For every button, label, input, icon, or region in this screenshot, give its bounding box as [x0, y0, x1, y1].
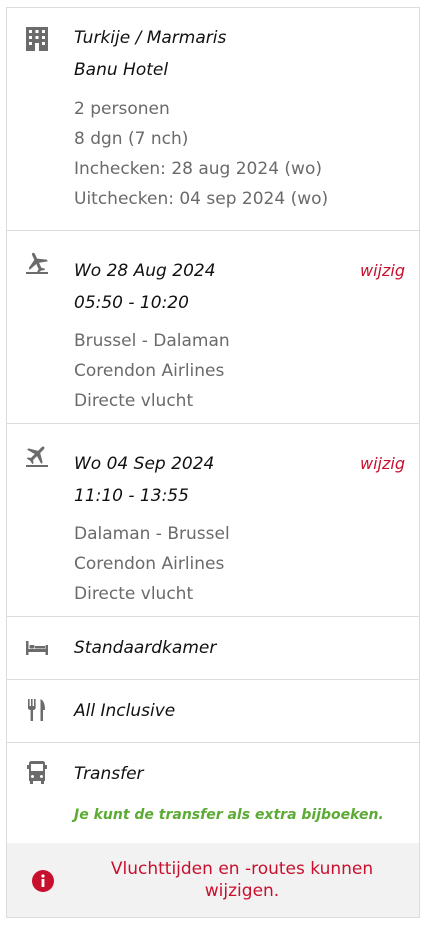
fork-knife-icon [28, 699, 45, 721]
outbound-flight-section: Wo 28 Aug 2024 wijzig 05:50 - 10:20 Brus… [7, 231, 419, 424]
outbound-airline: Corendon Airlines [74, 361, 225, 381]
hotel-location: Turkije / Marmaris [74, 28, 227, 48]
outbound-time: 05:50 - 10:20 [74, 293, 189, 313]
notice-text: Vluchttijden en -routes kunnen wijzigen. [110, 859, 374, 901]
flight-change-notice: Vluchttijden en -routes kunnen wijzigen. [7, 843, 419, 917]
board-section: All Inclusive [7, 680, 419, 743]
building-icon [26, 27, 48, 51]
bed-icon [26, 641, 48, 655]
room-label: Standaardkamer [74, 638, 217, 658]
info-icon [32, 870, 54, 892]
return-date: Wo 04 Sep 2024 [74, 454, 215, 474]
hotel-checkout: Uitchecken: 04 sep 2024 (wo) [74, 189, 329, 209]
outbound-type: Directe vlucht [74, 391, 194, 411]
outbound-date: Wo 28 Aug 2024 [74, 261, 216, 281]
booking-summary-card: Turkije / Marmaris Banu Hotel 2 personen… [6, 7, 420, 918]
board-label: All Inclusive [74, 701, 176, 721]
return-airline: Corendon Airlines [74, 554, 225, 574]
transfer-section: Transfer Je kunt de transfer als extra b… [7, 743, 419, 843]
return-time: 11:10 - 13:55 [74, 486, 189, 506]
return-flight-section: Wo 04 Sep 2024 wijzig 11:10 - 13:55 Dala… [7, 424, 419, 617]
room-section: Standaardkamer [7, 617, 419, 680]
outbound-change-link[interactable]: wijzig [360, 261, 405, 280]
hotel-duration: 8 dgn (7 nch) [74, 129, 189, 149]
hotel-section: Turkije / Marmaris Banu Hotel 2 personen… [7, 8, 419, 231]
transfer-note: Je kunt de transfer als extra bijboeken. [74, 807, 384, 823]
hotel-persons: 2 personen [74, 99, 170, 119]
outbound-route: Brussel - Dalaman [74, 331, 230, 351]
return-route: Dalaman - Brussel [74, 524, 230, 544]
transfer-label: Transfer [74, 764, 144, 784]
hotel-checkin: Inchecken: 28 aug 2024 (wo) [74, 159, 322, 179]
return-change-link[interactable]: wijzig [360, 454, 405, 473]
return-type: Directe vlucht [74, 584, 194, 604]
plane-arrival-icon [26, 446, 48, 467]
bus-icon [27, 761, 47, 784]
hotel-name: Banu Hotel [74, 60, 169, 80]
plane-departure-icon [26, 252, 48, 274]
